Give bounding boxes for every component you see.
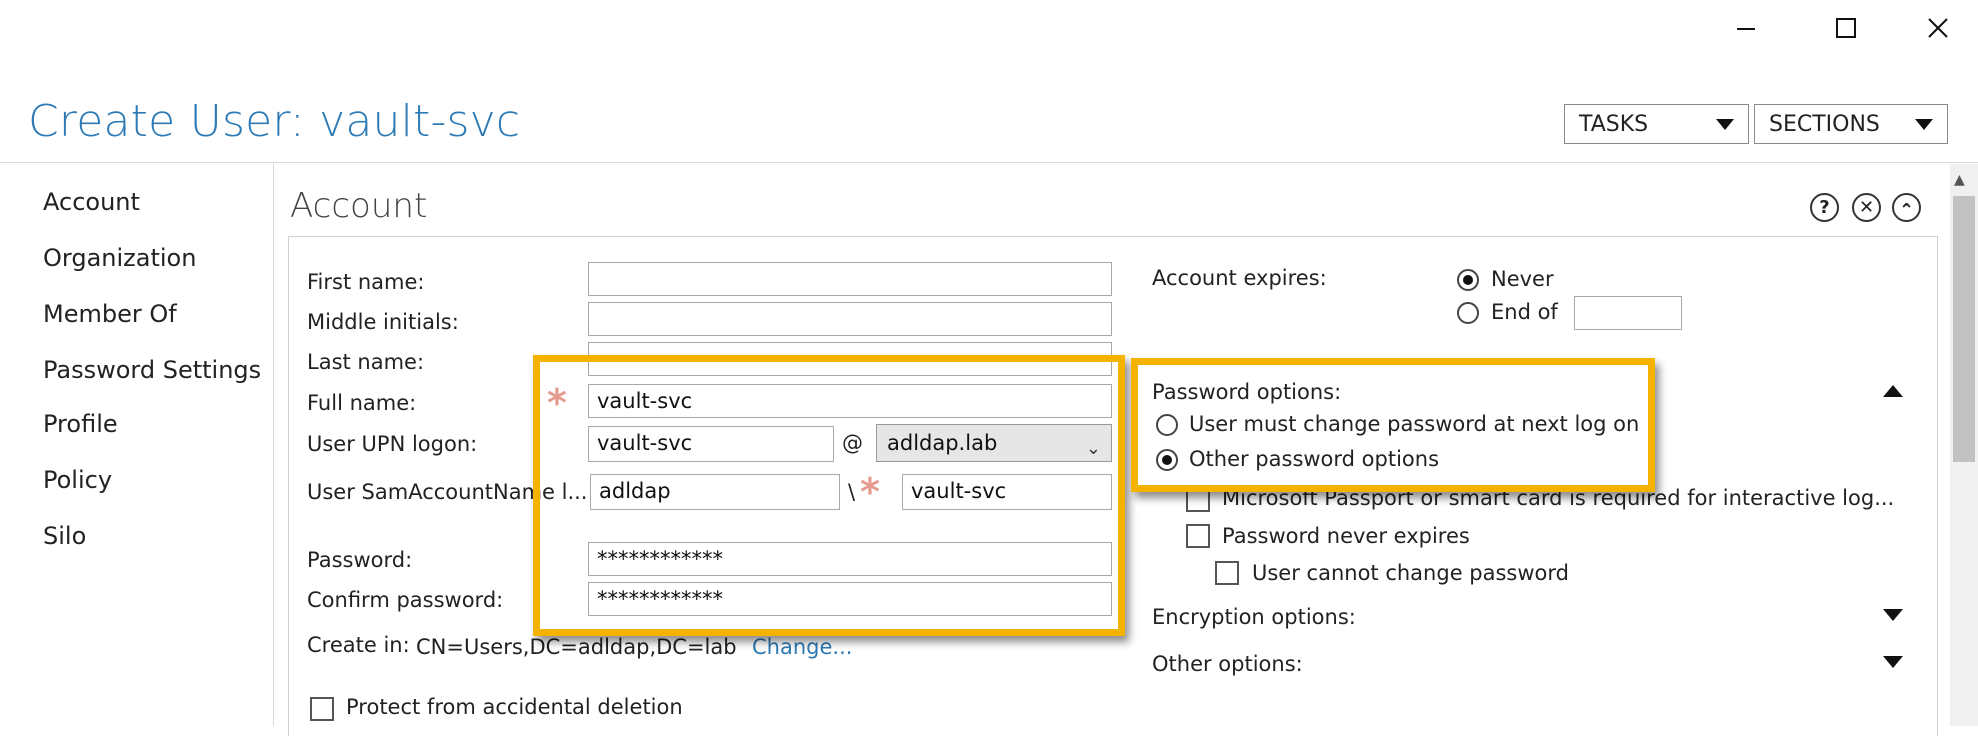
other-options-label: Other options: <box>1152 652 1303 676</box>
end-of-label: End of <box>1491 300 1558 324</box>
upn-domain-select[interactable]: adldap.lab ⌄ <box>876 424 1112 462</box>
help-button[interactable]: ? <box>1810 193 1839 222</box>
sam-account-name-input[interactable]: vault-svc <box>902 474 1112 510</box>
upn-logon-input[interactable]: vault-svc <box>588 426 834 462</box>
account-expires-label: Account expires: <box>1152 266 1327 290</box>
nav-item-silo[interactable]: Silo <box>43 522 86 550</box>
chevron-down-icon: ⌄ <box>1085 438 1101 459</box>
smart-card-checkbox[interactable] <box>1186 488 1210 512</box>
middle-initials-label: Middle initials: <box>307 310 459 334</box>
last-name-label: Last name: <box>307 350 425 374</box>
nav-item-profile[interactable]: Profile <box>43 410 118 438</box>
chevron-up-icon: ⌃ <box>1898 200 1915 221</box>
full-name-label: Full name: <box>307 391 417 415</box>
chevron-down-icon[interactable] <box>1883 656 1903 668</box>
nav-item-member-of[interactable]: Member Of <box>43 300 177 328</box>
password-never-expires-checkbox[interactable] <box>1186 524 1210 548</box>
other-password-options-radio[interactable] <box>1156 449 1178 471</box>
confirm-password-input[interactable]: ************ <box>588 582 1112 616</box>
collapse-section-button[interactable]: ⌃ <box>1892 193 1921 222</box>
nav-item-organization[interactable]: Organization <box>43 244 196 272</box>
scrollbar-thumb[interactable] <box>1953 196 1975 462</box>
change-link[interactable]: Change... <box>752 635 852 659</box>
minimize-icon <box>1737 28 1755 30</box>
password-never-expires-label: Password never expires <box>1222 524 1470 548</box>
last-name-input[interactable] <box>588 342 1112 376</box>
chevron-up-icon[interactable] <box>1883 385 1903 397</box>
minimize-button[interactable] <box>1722 4 1770 52</box>
close-icon <box>1928 18 1948 38</box>
cannot-change-password-label: User cannot change password <box>1252 561 1569 585</box>
nav-item-policy[interactable]: Policy <box>43 466 112 494</box>
end-of-radio[interactable] <box>1457 302 1479 324</box>
middle-initials-input[interactable] <box>588 302 1112 336</box>
at-sign: @ <box>842 431 863 455</box>
other-password-options-label: Other password options <box>1189 447 1440 471</box>
create-in-label: Create in: <box>307 633 410 657</box>
nav-item-password-settings[interactable]: Password Settings <box>43 356 261 384</box>
scroll-up-icon[interactable]: ▲ <box>1954 172 1965 188</box>
never-label: Never <box>1491 267 1554 291</box>
end-of-date-input[interactable] <box>1574 296 1682 330</box>
password-options-label: Password options: <box>1152 380 1342 404</box>
section-title: Account <box>290 186 428 226</box>
backslash-separator: \ <box>848 480 856 504</box>
must-change-password-label: User must change password at next log on <box>1189 412 1640 436</box>
nav-item-account[interactable]: Account <box>43 188 140 216</box>
tasks-label: TASKS <box>1579 111 1649 137</box>
sections-label: SECTIONS <box>1769 111 1880 137</box>
confirm-password-label: Confirm password: <box>307 588 504 612</box>
maximize-button[interactable] <box>1822 4 1870 52</box>
create-in-value: CN=Users,DC=adldap,DC=lab <box>416 635 737 659</box>
upn-domain-value: adldap.lab <box>887 431 998 455</box>
cannot-change-password-checkbox[interactable] <box>1215 561 1239 585</box>
required-icon: * <box>860 470 880 514</box>
maximize-icon <box>1836 18 1856 38</box>
dropdown-arrow-icon <box>1915 118 1933 130</box>
upn-logon-label: User UPN logon: <box>307 432 478 456</box>
sam-domain-input[interactable]: adldap <box>590 474 840 510</box>
encryption-options-label: Encryption options: <box>1152 605 1356 629</box>
title-bar <box>0 0 1978 56</box>
section-nav: Account Organization Member Of Password … <box>0 164 274 726</box>
close-icon: ✕ <box>1858 197 1875 218</box>
dropdown-arrow-icon <box>1716 118 1734 130</box>
page-title: Create User: vault-svc <box>28 96 521 147</box>
must-change-password-radio[interactable] <box>1156 414 1178 436</box>
tasks-dropdown[interactable]: TASKS <box>1564 104 1749 144</box>
smart-card-label: Microsoft Passport or smart card is requ… <box>1222 486 1895 510</box>
close-section-button[interactable]: ✕ <box>1852 193 1881 222</box>
first-name-label: First name: <box>307 270 425 294</box>
sections-dropdown[interactable]: SECTIONS <box>1754 104 1948 144</box>
sam-account-name-label: User SamAccountName l... <box>307 480 588 504</box>
password-label: Password: <box>307 548 413 572</box>
first-name-input[interactable] <box>588 262 1112 296</box>
password-input[interactable]: ************ <box>588 542 1112 576</box>
protect-deletion-checkbox[interactable] <box>310 697 334 721</box>
close-window-button[interactable] <box>1914 4 1962 52</box>
help-icon: ? <box>1819 197 1830 218</box>
required-icon: * <box>547 381 567 425</box>
protect-deletion-label: Protect from accidental deletion <box>346 695 683 719</box>
chevron-down-icon[interactable] <box>1883 609 1903 621</box>
never-radio[interactable] <box>1457 269 1479 291</box>
full-name-input[interactable]: vault-svc <box>588 384 1112 418</box>
